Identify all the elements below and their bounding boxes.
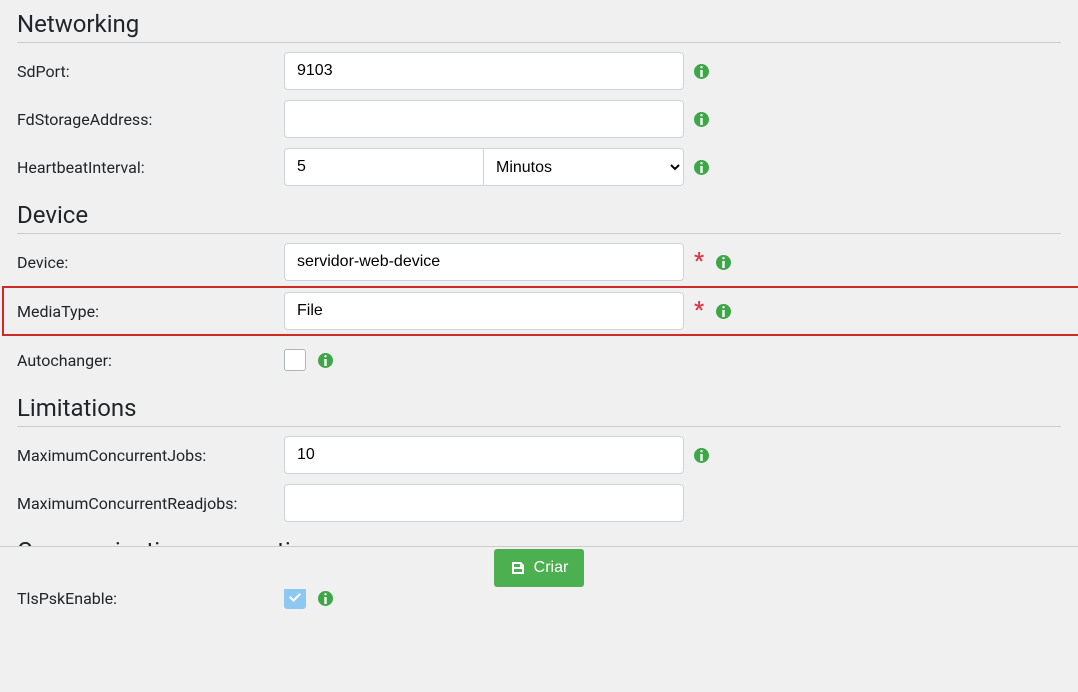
- heartbeat-unit-select[interactable]: Minutos: [484, 148, 684, 186]
- bottom-bar: Criar: [0, 546, 1078, 589]
- row-sdport: SdPort:: [17, 47, 1061, 95]
- config-form: Networking SdPort: FdStorageAddress: Hea…: [0, 10, 1078, 692]
- device-input[interactable]: [284, 243, 684, 281]
- required-icon: *: [694, 251, 704, 273]
- fdstorageaddress-input[interactable]: [284, 100, 684, 138]
- mediatype-input[interactable]: [284, 292, 684, 330]
- info-icon[interactable]: [716, 304, 731, 319]
- maxconcreadjobs-input[interactable]: [284, 484, 684, 522]
- info-icon[interactable]: [318, 353, 333, 368]
- info-icon[interactable]: [694, 160, 709, 175]
- row-fdstorageaddress: FdStorageAddress:: [17, 95, 1061, 143]
- save-icon: [510, 560, 526, 576]
- info-icon[interactable]: [318, 591, 333, 606]
- label-maxconcreadjobs: MaximumConcurrentReadjobs:: [17, 494, 284, 513]
- sdport-input[interactable]: [284, 52, 684, 90]
- label-maxconcjobs: MaximumConcurrentJobs:: [17, 446, 284, 465]
- info-icon[interactable]: [694, 448, 709, 463]
- info-icon[interactable]: [716, 255, 731, 270]
- required-icon: *: [694, 300, 704, 322]
- autochanger-checkbox[interactable]: [284, 349, 306, 371]
- info-icon[interactable]: [694, 64, 709, 79]
- row-maxconcreadjobs: MaximumConcurrentReadjobs:: [17, 479, 1061, 527]
- tlspskenable-checkbox[interactable]: [284, 587, 306, 609]
- label-fdstorageaddress: FdStorageAddress:: [17, 110, 284, 129]
- label-tlspskenable: TlsPskEnable:: [17, 589, 284, 608]
- label-sdport: SdPort:: [17, 62, 284, 81]
- label-heartbeatinterval: HeartbeatInterval:: [17, 158, 284, 177]
- section-title-limitations: Limitations: [17, 394, 1061, 427]
- row-maxconcjobs: MaximumConcurrentJobs:: [17, 431, 1061, 479]
- maxconcjobs-input[interactable]: [284, 436, 684, 474]
- row-heartbeatinterval: HeartbeatInterval: Minutos: [17, 143, 1061, 191]
- label-mediatype: MediaType:: [17, 302, 284, 321]
- row-autochanger: Autochanger:: [17, 336, 1061, 384]
- section-title-networking: Networking: [17, 10, 1061, 43]
- create-button[interactable]: Criar: [494, 549, 585, 587]
- label-autochanger: Autochanger:: [17, 351, 284, 370]
- heartbeatinterval-input[interactable]: [284, 148, 484, 186]
- create-button-label: Criar: [534, 559, 569, 577]
- row-device: Device: *: [17, 238, 1061, 286]
- section-title-device: Device: [17, 201, 1061, 234]
- label-device: Device:: [17, 253, 284, 272]
- info-icon[interactable]: [694, 112, 709, 127]
- row-mediatype: MediaType: *: [2, 286, 1078, 336]
